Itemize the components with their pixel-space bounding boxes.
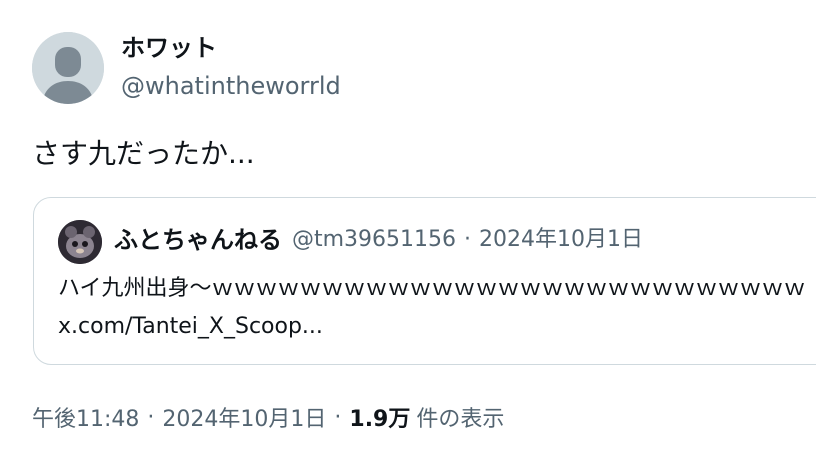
quoted-separator: · — [464, 227, 472, 252]
quoted-author-handle: @tm39651156 — [292, 227, 457, 252]
tweet-date[interactable]: 2024年10月1日 — [162, 401, 326, 433]
quoted-tweet-header: ふとちゃんねる @tm39651156 · 2024年10月1日 — [114, 223, 643, 257]
quoted-author-avatar[interactable] — [58, 220, 102, 264]
meta-separator: · — [147, 404, 155, 430]
views-count[interactable]: 1.9万 — [349, 401, 410, 433]
meta-separator-2: · — [334, 404, 342, 430]
tweet: ホワット @whatintheworrld さす九だったか... ふとちゃんねる… — [0, 0, 816, 458]
quoted-tweet-text: ハイ九州出身〜ｗｗｗｗｗｗｗｗｗｗｗｗｗｗｗｗｗｗｗｗｗｗｗｗｗｗｗ — [58, 276, 806, 301]
quoted-tweet-link: x.com/Tantei_X_Scoop... — [58, 314, 323, 339]
default-profile-icon — [32, 32, 104, 104]
quoted-author-name: ふとちゃんねる — [114, 226, 282, 254]
author-avatar[interactable] — [32, 32, 104, 104]
tweet-text: さす九だったか... — [32, 137, 255, 170]
quoted-tweet-card[interactable]: ふとちゃんねる @tm39651156 · 2024年10月1日 ハイ九州出身〜… — [33, 197, 816, 365]
quoted-avatar-image-icon — [58, 220, 102, 264]
tweet-meta: 午後11:48 · 2024年10月1日 · 1.9万 件の表示 — [32, 401, 504, 433]
tweet-time[interactable]: 午後11:48 — [32, 401, 139, 433]
views-label: 件の表示 — [416, 407, 505, 432]
author-handle[interactable]: @whatintheworrld — [121, 70, 341, 102]
author-display-name[interactable]: ホワット — [121, 32, 217, 64]
quoted-date: 2024年10月1日 — [479, 227, 644, 252]
